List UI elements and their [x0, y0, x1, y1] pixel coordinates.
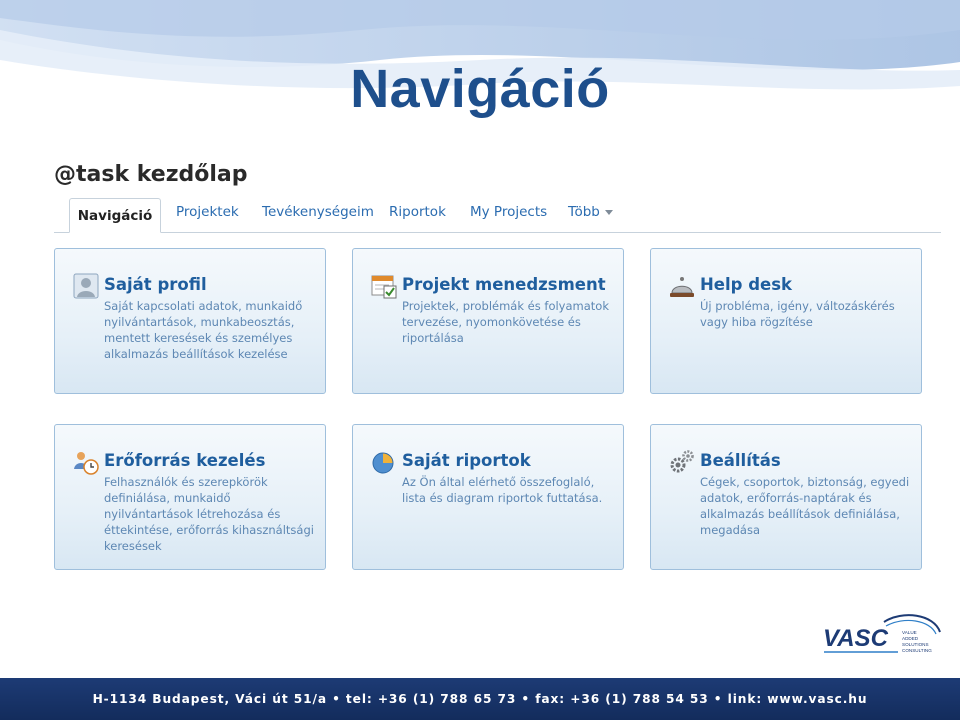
profile-icon	[73, 273, 99, 299]
project-calendar-icon	[371, 275, 397, 299]
card-description: Projektek, problémák és folyamatok terve…	[402, 299, 609, 345]
card-description: Felhasználók és szerepkörök definiálása,…	[104, 475, 314, 553]
card-help-desk[interactable]: Help desk Új probléma, igény, változáské…	[650, 248, 922, 394]
card-title: Erőforrás kezelés	[104, 451, 266, 470]
resource-users-clock-icon	[74, 452, 99, 475]
svg-text:VASC: VASC	[823, 625, 889, 652]
tab-tobb[interactable]: Több	[568, 204, 613, 220]
card-beallitas[interactable]: Beállítás Cégek, csoportok, biztonság, e…	[650, 424, 922, 570]
card-title: Projekt menedzsment	[402, 275, 606, 294]
card-description: Saját kapcsolati adatok, munkaidő nyilvá…	[104, 299, 303, 361]
card-title: Saját profil	[104, 275, 207, 294]
tab-tevekenysegeim[interactable]: Tevékenységeim	[262, 204, 374, 220]
app-home-title: @task kezdőlap	[54, 162, 248, 187]
tab-projektek[interactable]: Projektek	[176, 204, 239, 220]
card-description: Az Ön által elérhető összefoglaló, lista…	[402, 475, 603, 505]
card-title: Saját riportok	[402, 451, 531, 470]
card-sajat-profil[interactable]: Saját profil Saját kapcsolati adatok, mu…	[54, 248, 326, 394]
service-bell-icon	[670, 277, 694, 297]
svg-text:CONSULTING: CONSULTING	[902, 648, 932, 653]
tab-riportok[interactable]: Riportok	[389, 204, 446, 220]
vasc-logo: VASC VALUE ADDED SOLUTIONS CONSULTING	[823, 614, 941, 653]
slide-title: Navigáció	[350, 59, 610, 119]
tab-navigacio[interactable]: Navigáció	[69, 198, 161, 233]
card-title: Help desk	[700, 275, 793, 294]
card-title: Beállítás	[700, 451, 781, 470]
tab-my-projects[interactable]: My Projects	[470, 204, 547, 220]
svg-text:ADDED: ADDED	[902, 636, 919, 641]
tab-label: Több	[568, 204, 600, 220]
nav-tab-bar: Navigáció Projektek Tevékenységeim Ripor…	[54, 198, 941, 233]
card-eroforras-kezeles[interactable]: Erőforrás kezelés Felhasználók és szerep…	[54, 424, 326, 570]
footer-contact-text: H-1134 Budapest, Váci út 51/a • tel: +36…	[92, 692, 868, 706]
card-projekt-menedzsment[interactable]: Projekt menedzsment Projektek, problémák…	[352, 248, 624, 394]
svg-text:SOLUTIONS: SOLUTIONS	[902, 642, 929, 647]
card-sajat-riportok[interactable]: Saját riportok Az Ön által elérhető össz…	[352, 424, 624, 570]
pie-chart-icon	[372, 452, 394, 474]
card-description: Cégek, csoportok, biztonság, egyedi adat…	[700, 475, 910, 537]
chevron-down-icon	[604, 209, 613, 215]
card-description: Új probléma, igény, változáskérés vagy h…	[700, 299, 895, 329]
gears-icon	[670, 450, 694, 473]
tab-label: Navigáció	[77, 207, 153, 224]
footer-contact-bar: H-1134 Budapest, Váci út 51/a • tel: +36…	[0, 678, 960, 720]
svg-text:VALUE: VALUE	[902, 630, 917, 635]
